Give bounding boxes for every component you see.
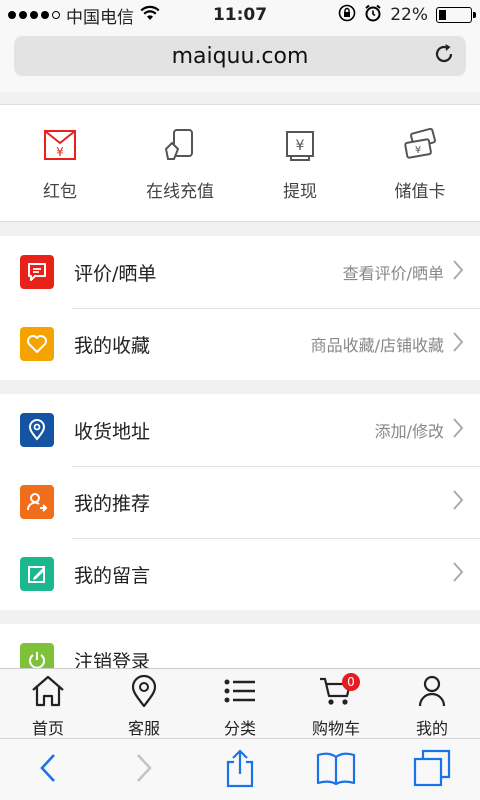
svg-text:¥: ¥ <box>56 145 64 159</box>
tab-label: 首页 <box>31 719 64 738</box>
tab-customer-service[interactable]: 客服 <box>96 669 192 738</box>
power-icon <box>20 643 54 668</box>
url-domain: maiquu.com <box>171 43 309 69</box>
chevron-left-icon <box>38 752 58 788</box>
referral-icon <box>20 485 54 519</box>
battery-percent: 22% <box>390 5 428 25</box>
chevron-right-icon <box>452 417 464 443</box>
withdraw-icon: ¥ <box>282 127 318 167</box>
user-icon <box>414 675 450 711</box>
list-icon <box>222 675 258 711</box>
stored-value-card-icon: ¥ <box>402 127 438 167</box>
alarm-icon <box>364 4 382 27</box>
tab-label: 购物车 <box>311 719 360 738</box>
chevron-right-icon <box>452 489 464 515</box>
svg-text:¥: ¥ <box>415 145 421 156</box>
menu-group-reviews: 评价/晒单 查看评价/晒单 我的收藏 商品收藏/店铺收藏 <box>0 236 480 380</box>
signal-strength-icon <box>8 11 60 19</box>
wallet-label: 储值卡 <box>394 182 446 202</box>
wallet-item-red-envelope[interactable]: ¥ 红包 <box>0 105 120 221</box>
menu-item-title: 收货地址 <box>74 420 151 443</box>
heart-icon <box>20 327 54 361</box>
battery-icon <box>436 7 476 23</box>
wallet-item-stored-value-card[interactable]: ¥ 储值卡 <box>360 105 480 221</box>
tab-label: 客服 <box>127 719 160 738</box>
tab-cart[interactable]: 0 购物车 <box>288 669 384 738</box>
wallet-label: 在线充值 <box>146 182 214 202</box>
menu-item-address[interactable]: 收货地址 添加/修改 <box>0 394 480 466</box>
app-tab-bar: 首页 客服 分类 0 购物车 我的 <box>0 668 480 738</box>
message-edit-icon <box>20 557 54 591</box>
back-button[interactable] <box>18 745 78 795</box>
review-icon <box>20 255 54 289</box>
page-content: ¥ 红包 在线充值 ¥ 提现 ¥ 储值卡 评价/晒单 查看评价/晒单 我的收藏 … <box>0 92 480 668</box>
wallet-item-withdraw[interactable]: ¥ 提现 <box>240 105 360 221</box>
menu-item-subtitle: 添加/修改 <box>374 422 444 441</box>
wallet-item-recharge[interactable]: 在线充值 <box>120 105 240 221</box>
menu-item-messages[interactable]: 我的留言 <box>0 538 480 610</box>
address-bar[interactable]: maiquu.com <box>14 36 466 76</box>
tab-label: 分类 <box>223 719 256 738</box>
menu-item-referrals[interactable]: 我的推荐 <box>0 466 480 538</box>
menu-item-favorites[interactable]: 我的收藏 商品收藏/店铺收藏 <box>0 308 480 380</box>
menu-item-subtitle: 查看评价/晒单 <box>342 264 444 283</box>
location-pin-icon <box>126 674 162 711</box>
chevron-right-icon <box>452 331 464 357</box>
menu-item-reviews[interactable]: 评价/晒单 查看评价/晒单 <box>0 236 480 308</box>
menu-item-title: 我的推荐 <box>74 492 151 515</box>
browser-toolbar <box>0 738 480 800</box>
tabs-button[interactable] <box>402 745 462 795</box>
rotation-lock-icon <box>338 4 356 27</box>
recharge-icon <box>162 127 198 167</box>
menu-group-logout: 注销登录 <box>0 624 480 668</box>
wallet-section: ¥ 红包 在线充值 ¥ 提现 ¥ 储值卡 <box>0 104 480 222</box>
bookmarks-button[interactable] <box>306 745 366 795</box>
home-icon <box>30 675 66 711</box>
menu-group-account: 收货地址 添加/修改 我的推荐 我的留言 <box>0 394 480 610</box>
tabs-overview-icon <box>413 749 451 791</box>
carrier-name: 中国电信 <box>66 7 134 28</box>
location-icon <box>20 413 54 447</box>
red-envelope-icon: ¥ <box>42 127 78 167</box>
menu-item-title: 我的收藏 <box>74 334 151 357</box>
tab-home[interactable]: 首页 <box>0 669 96 738</box>
status-bar: 中国电信 11:07 22% <box>0 0 480 30</box>
forward-button[interactable] <box>114 745 174 795</box>
wallet-label: 红包 <box>43 182 77 202</box>
chevron-right-icon <box>452 561 464 587</box>
menu-item-title: 注销登录 <box>74 650 151 669</box>
menu-item-subtitle: 商品收藏/店铺收藏 <box>310 336 444 355</box>
book-icon <box>316 751 356 789</box>
share-icon <box>224 748 256 792</box>
cart-badge: 0 <box>342 673 360 691</box>
tab-label: 我的 <box>415 719 448 738</box>
menu-item-logout[interactable]: 注销登录 <box>0 624 480 668</box>
chevron-right-icon <box>452 259 464 285</box>
tab-profile[interactable]: 我的 <box>384 669 480 738</box>
menu-item-title: 评价/晒单 <box>74 262 157 285</box>
browser-address-area: maiquu.com <box>0 30 480 92</box>
wallet-label: 提现 <box>283 182 317 202</box>
svg-text:¥: ¥ <box>296 138 305 154</box>
menu-item-title: 我的留言 <box>74 564 151 587</box>
chevron-right-icon <box>134 752 154 788</box>
tab-categories[interactable]: 分类 <box>192 669 288 738</box>
wifi-icon <box>140 5 160 25</box>
reload-icon[interactable] <box>432 42 456 72</box>
share-button[interactable] <box>210 745 270 795</box>
